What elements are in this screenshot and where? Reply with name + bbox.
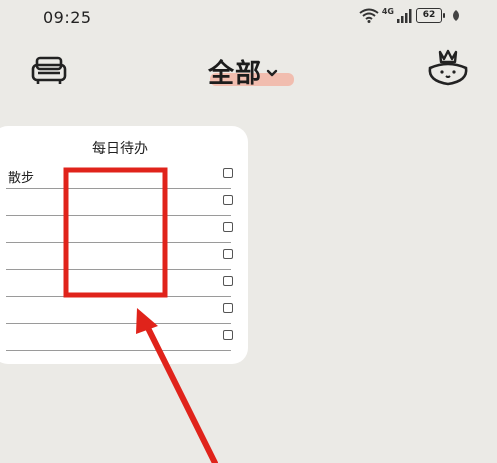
todo-checkbox[interactable] [223,222,233,232]
network-type-label: 4G [381,7,394,16]
status-bar: 09:25 4G 62 [0,0,497,36]
status-icons: 4G 62 [359,7,461,23]
leaf-icon [453,10,459,21]
todo-row[interactable]: 散步 [6,162,233,189]
crown-cat-icon [428,49,468,86]
todo-checkbox[interactable] [223,168,233,178]
battery-level: 62 [422,10,436,20]
todo-row[interactable] [6,216,233,243]
todo-row[interactable] [6,270,233,297]
todo-checkbox[interactable] [223,303,233,313]
category-selector[interactable]: 全部 [208,52,294,90]
widget-title: 每日待办 [92,141,148,157]
crown-cat-icon-button[interactable] [424,48,472,90]
todo-row[interactable] [6,324,233,351]
battery-icon: 62 [416,8,445,23]
daily-todo-widget[interactable]: 每日待办 散步 [0,126,248,364]
todo-checkbox[interactable] [223,276,233,286]
todo-row[interactable] [6,243,233,270]
sofa-icon-button[interactable] [30,52,68,88]
todo-checkbox[interactable] [223,330,233,340]
sofa-icon [31,56,67,84]
chevron-down-icon [266,69,278,77]
wifi-icon [359,8,379,23]
todo-row[interactable] [6,297,233,324]
todo-checkbox[interactable] [223,249,233,259]
todo-checkbox[interactable] [223,195,233,205]
row-divider [6,350,231,351]
todo-text: 散步 [8,171,35,186]
app-screen: 09:25 4G 62 全部 每日待办 散步 [0,0,497,463]
status-time: 09:25 [43,8,92,27]
page-title: 全部 [208,58,263,89]
signal-icon [397,8,412,23]
todo-row[interactable] [6,189,233,216]
